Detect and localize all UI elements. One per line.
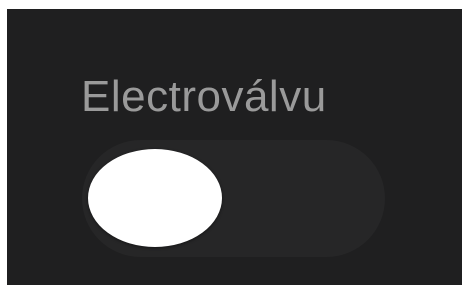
toggle-knob[interactable]	[88, 149, 222, 247]
control-panel: Electroválvu	[7, 9, 462, 285]
electrovalve-label: Electroválvu	[81, 72, 327, 121]
electrovalve-toggle-switch[interactable]	[82, 140, 385, 257]
